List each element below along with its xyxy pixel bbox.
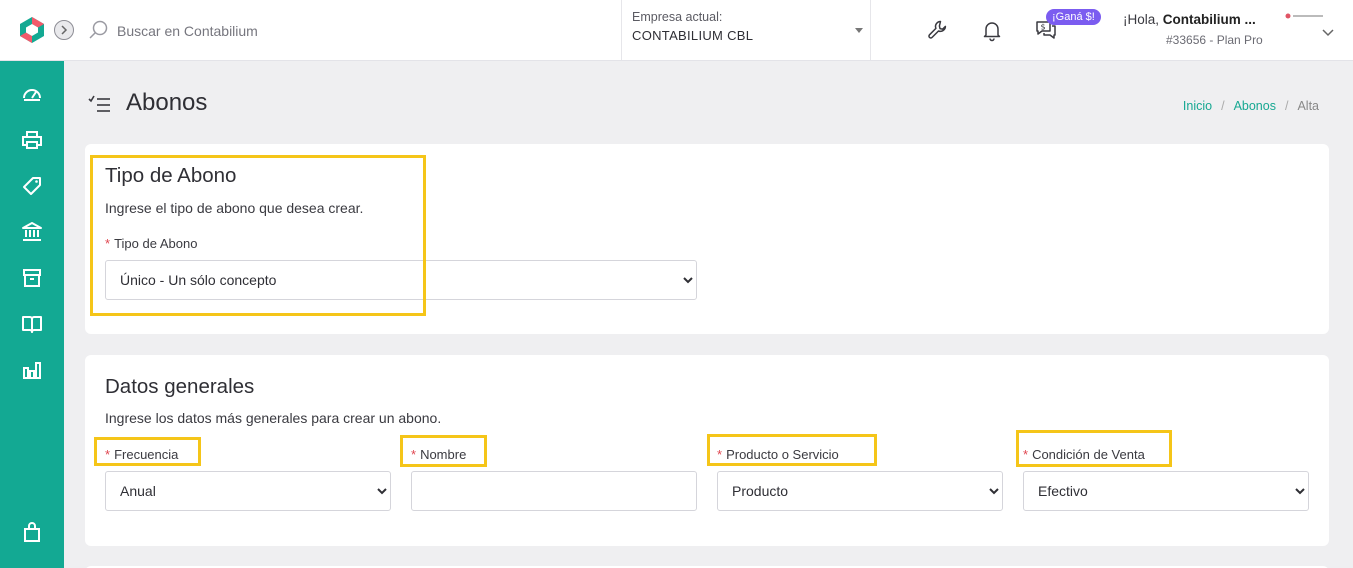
- breadcrumb-current: Alta: [1297, 99, 1319, 113]
- required-asterisk: *: [1023, 447, 1029, 462]
- producto-servicio-select[interactable]: Producto: [717, 471, 1003, 511]
- tipo-abono-select[interactable]: Único - Un sólo concepto: [105, 260, 697, 300]
- chevron-down-icon[interactable]: [1322, 26, 1334, 38]
- breadcrumb-inicio[interactable]: Inicio: [1183, 99, 1212, 113]
- required-asterisk: *: [105, 236, 111, 251]
- box-icon[interactable]: [21, 267, 43, 289]
- checklist-icon: [88, 95, 110, 112]
- nombre-input[interactable]: [411, 471, 697, 511]
- bag-icon[interactable]: [21, 521, 43, 543]
- user-plan: #33656 - Plan Pro: [1166, 33, 1263, 47]
- chart-icon[interactable]: [21, 359, 43, 381]
- breadcrumb: Inicio / Abonos / Alta: [1183, 99, 1319, 113]
- frecuencia-select[interactable]: Anual: [105, 471, 391, 511]
- nombre-label: * Nombre: [411, 447, 467, 462]
- tipo-abono-title: Tipo de Abono: [105, 164, 237, 187]
- producto-servicio-label: * Producto o Servicio: [717, 447, 839, 462]
- company-label: Empresa actual:: [632, 10, 723, 24]
- datos-generales-title: Datos generales: [105, 375, 255, 398]
- search-icon: [89, 20, 108, 39]
- tag-icon[interactable]: [21, 175, 43, 197]
- caret-down-icon: [855, 28, 863, 33]
- search-input[interactable]: [117, 19, 417, 43]
- wrench-icon[interactable]: [926, 18, 950, 42]
- condicion-venta-select[interactable]: Efectivo: [1023, 471, 1309, 511]
- required-asterisk: *: [717, 447, 723, 462]
- condicion-venta-label: * Condición de Venta: [1023, 447, 1145, 462]
- tipo-abono-description: Ingrese el tipo de abono que desea crear…: [105, 200, 364, 216]
- sidebar-toggle-button[interactable]: [54, 20, 74, 40]
- tipo-abono-label: * Tipo de Abono: [105, 236, 198, 251]
- datos-generales-description: Ingrese los datos más generales para cre…: [105, 410, 442, 426]
- referral-badge[interactable]: ¡Ganá $!: [1046, 9, 1101, 25]
- user-name: Contabilium ...: [1162, 12, 1256, 27]
- user-company-logo-icon: [1285, 13, 1323, 19]
- page-title: Abonos: [126, 89, 208, 116]
- company-value: CONTABILIUM CBL: [632, 28, 754, 43]
- company-selector[interactable]: Empresa actual: CONTABILIUM CBL: [621, 0, 871, 60]
- breadcrumb-separator: /: [1284, 99, 1289, 113]
- tipo-abono-card: Tipo de Abono Ingrese el tipo de abono q…: [85, 144, 1329, 334]
- printer-icon[interactable]: [21, 129, 43, 151]
- chevron-right-icon: [61, 25, 68, 35]
- contabilium-logo[interactable]: [18, 16, 46, 44]
- bell-icon[interactable]: [980, 18, 1004, 42]
- frecuencia-label: * Frecuencia: [105, 447, 179, 462]
- breadcrumb-separator: /: [1221, 99, 1225, 113]
- svg-text:$: $: [1041, 23, 1046, 32]
- required-asterisk: *: [105, 447, 111, 462]
- top-bar: Empresa actual: CONTABILIUM CBL $ ¡Ganá …: [0, 0, 1353, 61]
- sidebar: [0, 61, 64, 568]
- dashboard-icon[interactable]: [21, 83, 43, 105]
- required-asterisk: *: [411, 447, 417, 462]
- bank-icon[interactable]: [21, 221, 43, 243]
- book-icon[interactable]: [21, 313, 43, 335]
- datos-generales-card: Datos generales Ingrese los datos más ge…: [85, 355, 1329, 546]
- breadcrumb-abonos[interactable]: Abonos: [1234, 99, 1276, 113]
